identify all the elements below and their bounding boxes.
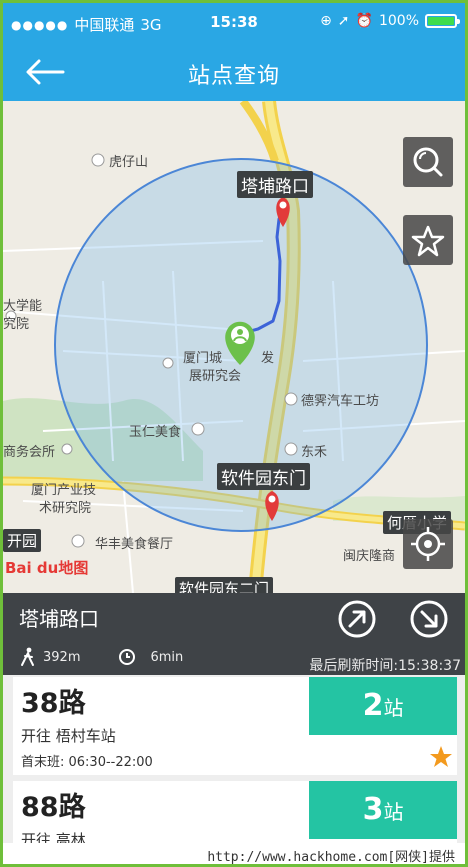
baidu-logo-text: Bai du地图 (5, 559, 89, 577)
route-list: 38路 开往 梧村车站 首末班: 06:30--22:00 2站 88路 开往 … (3, 675, 465, 864)
map-label: 厦门产业技 (31, 483, 97, 498)
stops-away-badge: 3站 (309, 781, 457, 839)
stops-away-badge: 2站 (309, 677, 457, 735)
arrow-down-right-icon (410, 600, 448, 638)
status-bar: ●●●●● 中国联通 3G 15:38 ⊕ ➚ ⏰ 100% (3, 3, 465, 43)
battery-icon (425, 14, 460, 28)
crosshair-icon (411, 527, 445, 561)
station-panel: 塔埔路口 392m 6min 最后刷新时间:15:38:37 (3, 593, 465, 675)
station-distance: 392m (43, 649, 81, 665)
station-name: 塔埔路口 (19, 607, 99, 631)
watermark: http://www.hackhome.com[网侠]提供 (3, 843, 465, 864)
location-icon: ➚ (337, 13, 350, 29)
map-label: 闽庆隆商 (343, 549, 396, 564)
refresh-time: 最后刷新时间:15:38:37 (309, 658, 461, 674)
map-view[interactable]: 虎仔山 大学能 究院 厦门城 发 展研究会 德霁汽车工坊 玉仁美食 东禾 商务会… (3, 101, 465, 593)
walking-icon (21, 647, 34, 666)
map-search-button[interactable] (403, 137, 453, 187)
route-card[interactable]: 38路 开往 梧村车站 首末班: 06:30--22:00 2站 (13, 677, 457, 775)
stops-away-unit: 站 (383, 800, 404, 824)
route-name: 38路 (21, 688, 86, 719)
map-label: 大学能 (3, 299, 43, 314)
search-icon (413, 147, 443, 177)
map-label: 虎仔山 (109, 155, 149, 170)
map-label: 究院 (3, 317, 30, 332)
map-label: 玉仁美食 (129, 425, 182, 440)
status-right: ⊕ ➚ ⏰ 100% (320, 13, 460, 29)
route-name: 88路 (21, 792, 86, 823)
map-label: 华丰美食餐厅 (95, 537, 174, 552)
stop-label-top[interactable]: 塔埔路口 (237, 171, 313, 198)
orientation-lock-icon: ⊕ (320, 13, 332, 29)
stops-away-unit: 站 (383, 696, 404, 720)
favorite-star-icon[interactable] (429, 745, 453, 769)
clock-icon (119, 649, 136, 665)
map-label: 发 (261, 351, 275, 366)
map-label: 厦门城 (183, 351, 223, 366)
collapse-button[interactable] (409, 599, 449, 639)
stops-away-number: 2 (362, 688, 384, 723)
arrow-up-right-icon (338, 600, 376, 638)
battery-percent: 100% (378, 13, 419, 29)
map-label: 德霁汽车工坊 (301, 394, 380, 409)
map-label: 软件园东二门 (175, 577, 274, 593)
alarm-icon: ⏰ (355, 13, 373, 29)
star-outline-icon (411, 225, 445, 257)
nav-bar: 站点查询 (3, 43, 465, 101)
route-direction: 开往 梧村车站 (21, 727, 116, 745)
baidu-logo: Bai du地图 (5, 557, 88, 578)
map-label: 东禾 (301, 445, 328, 460)
station-meta: 392m 6min (19, 647, 183, 667)
navigate-button[interactable] (337, 599, 377, 639)
stops-away-number: 3 (362, 792, 384, 827)
map-label: 商务会所 (3, 445, 56, 460)
page-title: 站点查询 (187, 64, 280, 89)
map-label: 术研究院 (39, 501, 92, 516)
app-frame: ●●●●● 中国联通 3G 15:38 ⊕ ➚ ⏰ 100% 站点查询 虎仔山 … (3, 3, 465, 864)
locate-me-button[interactable] (403, 519, 453, 569)
stop-label-bottom[interactable]: 软件园东门 (217, 463, 310, 490)
route-hours: 首末班: 06:30--22:00 (21, 755, 153, 770)
map-label: 开园 (3, 529, 42, 552)
station-duration: 6min (150, 649, 184, 665)
map-label: 展研究会 (189, 369, 242, 384)
map-favorite-button[interactable] (403, 215, 453, 265)
